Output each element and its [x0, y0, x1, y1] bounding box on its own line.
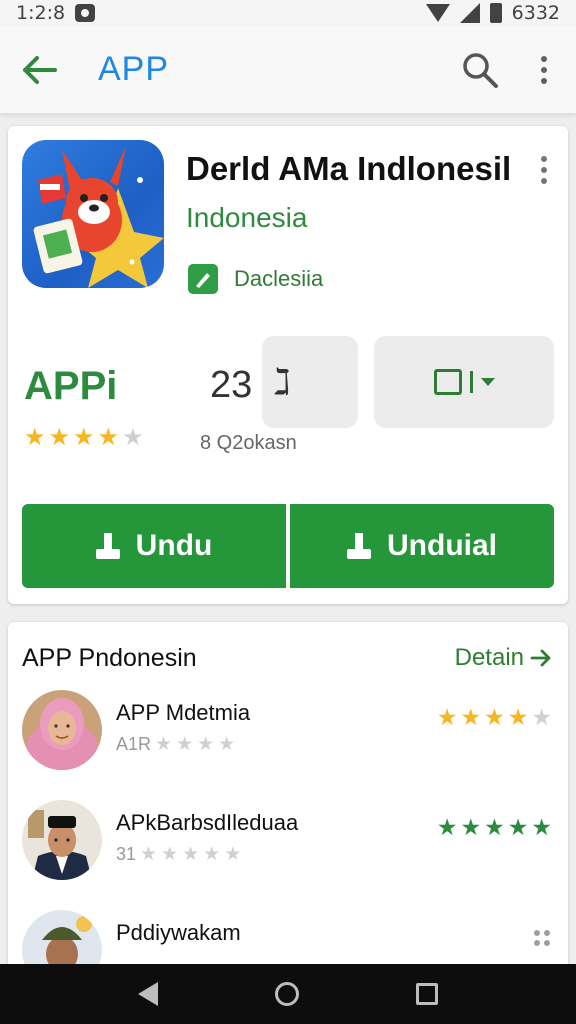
- download-button-left[interactable]: Undu: [22, 504, 286, 588]
- star-icon: ★: [140, 844, 158, 865]
- star-icon: ★: [73, 424, 95, 451]
- count-action-button[interactable]: ℷ: [262, 336, 358, 428]
- star-icon: ★: [218, 734, 236, 755]
- list-item-sub-prefix: A1R: [116, 734, 152, 754]
- stat-app-label: APPi: [24, 364, 118, 408]
- battery-level: 6332: [511, 2, 560, 24]
- star-icon: ★: [176, 734, 194, 755]
- details-link-label: Detain: [454, 644, 524, 671]
- list-item-name: APP Mdetmia: [116, 700, 251, 725]
- status-right: 6332: [425, 2, 560, 24]
- status-left: 1:2:8: [16, 2, 96, 24]
- star-icon: ★: [436, 814, 458, 840]
- card-more-icon[interactable]: [534, 156, 554, 184]
- star-icon: ★: [460, 814, 482, 840]
- list-item-name: APkBarbsdIleduaa: [116, 810, 299, 835]
- stat-sub-label: 8 Q2okasn: [200, 432, 297, 454]
- nav-recents-icon[interactable]: [415, 983, 438, 1005]
- list-item-sub-prefix: 31: [116, 844, 137, 864]
- page-title: APP: [98, 50, 170, 88]
- list-title: APP Pndonesin: [22, 644, 197, 672]
- chevron-down-icon: [480, 378, 495, 386]
- verified-badge-icon: [188, 264, 218, 294]
- download-icon: [95, 533, 120, 559]
- list-item-sub: A1R ★ ★ ★ ★: [116, 734, 235, 755]
- avatar: [22, 690, 102, 770]
- wishlist-button[interactable]: [374, 336, 554, 428]
- star-icon: ★: [155, 734, 173, 755]
- star-icon: ★: [507, 704, 529, 730]
- list-item[interactable]: APkBarbsdIleduaa 31 ★ ★ ★ ★ ★ ★ ★ ★ ★ ★: [8, 800, 568, 900]
- star-icon: ★: [161, 844, 179, 865]
- star-icon: ★: [531, 814, 552, 840]
- related-list-card: APP Pndonesin Detain APP Mdetmia A1R ★ ★ ★…: [8, 622, 568, 990]
- star-icon: ★: [224, 844, 242, 865]
- wifi-icon: [425, 4, 450, 22]
- wishlist-icon: [433, 369, 462, 395]
- star-icon: ★: [48, 424, 71, 451]
- app-icon: [22, 140, 164, 288]
- drag-handle-icon[interactable]: [534, 930, 550, 946]
- wishlist-separator: [469, 371, 473, 393]
- status-bar: 1:2:8 6332: [0, 0, 576, 26]
- search-icon[interactable]: [458, 48, 502, 92]
- star-icon: ★: [122, 424, 144, 451]
- battery-icon: [489, 3, 502, 23]
- star-icon: ★: [460, 704, 482, 730]
- more-vert-icon[interactable]: [532, 48, 556, 92]
- list-item-rating: ★ ★ ★ ★ ★: [437, 706, 552, 729]
- star-icon: ★: [484, 814, 505, 840]
- developer-link[interactable]: Indonesia: [186, 202, 307, 234]
- star-icon: ★: [436, 704, 458, 730]
- star-icon: ★: [507, 814, 529, 840]
- system-nav-bar: [0, 964, 576, 1024]
- nav-back-icon[interactable]: [138, 982, 159, 1006]
- app-bar: APP: [0, 26, 576, 114]
- star-icon: ★: [197, 734, 215, 755]
- rating-stars: ★ ★ ★ ★ ★: [24, 426, 144, 450]
- download-right-label: Unduial: [387, 529, 497, 562]
- badge-label: Daclesiia: [234, 266, 324, 291]
- list-item-name: Pddiywakam: [116, 920, 241, 945]
- camera-notification-icon: [75, 4, 96, 22]
- star-icon: ★: [182, 844, 200, 865]
- star-icon: ★: [24, 424, 46, 451]
- details-link[interactable]: Detain: [455, 644, 552, 672]
- back-arrow-icon[interactable]: [20, 50, 60, 90]
- signal-icon: [459, 3, 480, 23]
- nav-home-icon[interactable]: [274, 982, 299, 1006]
- app-detail-card: Derld AMa Indlonesil Indonesia Daclesiia…: [8, 126, 568, 604]
- star-icon: ★: [484, 704, 505, 730]
- download-button-right[interactable]: Unduial: [290, 504, 554, 588]
- download-icon: [347, 533, 371, 559]
- star-icon: ★: [531, 704, 552, 730]
- count-arrow-glyph: ℷ: [274, 361, 291, 402]
- status-time: 1:2:8: [16, 2, 66, 24]
- star-icon: ★: [97, 424, 120, 451]
- app-name: Derld AMa Indlonesil: [186, 150, 512, 187]
- list-item[interactable]: APP Mdetmia A1R ★ ★ ★ ★ ★ ★ ★ ★ ★: [8, 690, 568, 790]
- avatar: [22, 800, 102, 880]
- download-left-label: Undu: [135, 529, 213, 562]
- star-icon: ★: [203, 844, 221, 865]
- stat-count: 23: [210, 364, 253, 406]
- list-item-rating: ★ ★ ★ ★ ★: [437, 816, 552, 839]
- arrow-right-icon: [530, 649, 551, 667]
- list-item-sub: 31 ★ ★ ★ ★ ★: [116, 844, 241, 865]
